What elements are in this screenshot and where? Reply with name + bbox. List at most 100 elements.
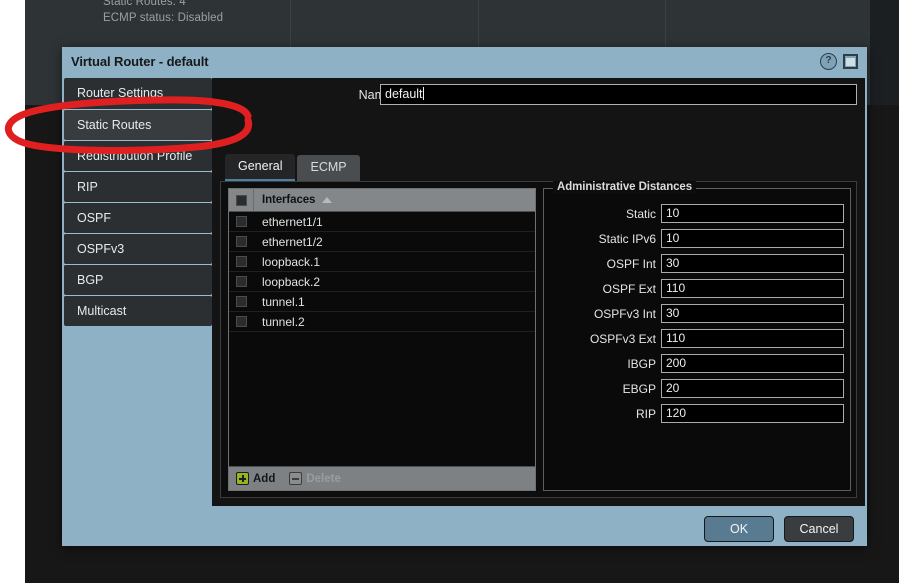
static-distance-input[interactable]: 10 (661, 204, 844, 223)
dialog-title: Virtual Router - default (71, 54, 209, 69)
name-input-value: default (385, 87, 423, 101)
interface-name: tunnel.1 (262, 294, 305, 309)
interface-name: tunnel.2 (262, 314, 305, 329)
field-row-static-ipv6: Static IPv6 10 (544, 226, 850, 251)
sidebar-item-label: Router Settings (77, 86, 164, 100)
field-row-ospf-ext: OSPF Ext 110 (544, 276, 850, 301)
row-checkbox[interactable] (236, 236, 247, 247)
field-label: Static IPv6 (598, 231, 656, 246)
field-label: OSPFv3 Ext (589, 331, 656, 346)
select-all-checkbox[interactable] (235, 194, 247, 206)
general-tab-panel: Interfaces ethernet1/1 ethernet1/2 loopb… (220, 181, 857, 498)
interfaces-grid-rows: ethernet1/1 ethernet1/2 loopback.1 loopb… (229, 212, 535, 466)
sidebar-item-label: OSPFv3 (77, 242, 125, 256)
sidebar-item-multicast[interactable]: Multicast (64, 295, 212, 326)
table-row[interactable]: ethernet1/1 (229, 212, 535, 232)
delete-button: Delete (289, 472, 341, 485)
static-ipv6-distance-input[interactable]: 10 (661, 229, 844, 248)
row-checkbox-cell[interactable] (229, 296, 254, 307)
interface-name: ethernet1/1 (262, 214, 323, 229)
interfaces-grid-toolbar: Add Delete (229, 466, 535, 490)
background-right-panel (870, 0, 899, 105)
screenshot-root: Static Routes: 4 ECMP status: Disabled V… (0, 0, 899, 583)
row-checkbox-cell[interactable] (229, 316, 254, 327)
name-row: Name default (212, 83, 865, 110)
ospfv3-int-distance-input[interactable]: 30 (661, 304, 844, 323)
tab-general[interactable]: General (225, 154, 296, 181)
sidebar-item-ospfv3[interactable]: OSPFv3 (64, 233, 212, 264)
ebgp-distance-input[interactable]: 20 (661, 379, 844, 398)
interfaces-grid-header: Interfaces (229, 189, 535, 212)
background-text-static-routes: Static Routes: 4 (103, 0, 186, 8)
field-label: Static (625, 206, 656, 221)
field-row-ospfv3-ext: OSPFv3 Ext 110 (544, 326, 850, 351)
row-checkbox-cell[interactable] (229, 216, 254, 227)
add-button[interactable]: Add (236, 472, 275, 485)
ibgp-distance-input[interactable]: 200 (661, 354, 844, 373)
row-checkbox[interactable] (236, 216, 247, 227)
minus-icon (289, 472, 303, 485)
delete-button-label: Delete (306, 472, 341, 485)
cancel-button-label: Cancel (799, 522, 839, 536)
field-row-ospfv3-int: OSPFv3 Int 30 (544, 301, 850, 326)
sidebar-item-label: RIP (77, 180, 98, 194)
row-checkbox-cell[interactable] (229, 236, 254, 247)
name-input[interactable]: default (380, 84, 857, 105)
row-checkbox[interactable] (236, 296, 247, 307)
field-row-ebgp: EBGP 20 (544, 376, 850, 401)
ospfv3-ext-distance-input[interactable]: 110 (661, 329, 844, 348)
administrative-distances-fields: Static 10 Static IPv6 10 OSPF Int 30 OSP… (544, 201, 850, 426)
sidebar-item-router-settings[interactable]: Router Settings (64, 78, 212, 109)
interfaces-column-header[interactable]: Interfaces (254, 194, 315, 206)
ospf-ext-distance-input[interactable]: 110 (661, 279, 844, 298)
sidebar-item-label: OSPF (77, 211, 112, 225)
sidebar-item-label: Redistribution Profile (77, 149, 193, 163)
table-row[interactable]: tunnel.1 (229, 292, 535, 312)
ok-button[interactable]: OK (704, 516, 774, 542)
sidebar-item-label: Multicast (77, 304, 127, 318)
background-text-ecmp-status: ECMP status: Disabled (103, 12, 224, 24)
interface-name: loopback.1 (262, 254, 321, 269)
table-row[interactable]: tunnel.2 (229, 312, 535, 332)
tabbar: General ECMP (225, 154, 362, 181)
table-row[interactable]: loopback.2 (229, 272, 535, 292)
interface-name: ethernet1/2 (262, 234, 323, 249)
row-checkbox[interactable] (236, 276, 247, 287)
table-row[interactable]: loopback.1 (229, 252, 535, 272)
dialog-sidebar: Router Settings Static Routes Redistribu… (64, 78, 212, 506)
help-icon[interactable]: ? (820, 53, 837, 70)
sidebar-item-ospf[interactable]: OSPF (64, 202, 212, 233)
administrative-distances-legend: Administrative Distances (553, 181, 697, 193)
field-row-ibgp: IBGP 200 (544, 351, 850, 376)
select-all-checkbox-cell[interactable] (229, 189, 254, 211)
ospf-int-distance-input[interactable]: 30 (661, 254, 844, 273)
sidebar-item-redistribution-profile[interactable]: Redistribution Profile (64, 140, 212, 171)
field-label: OSPF Int (606, 256, 656, 271)
sidebar-item-bgp[interactable]: BGP (64, 264, 212, 295)
add-button-label: Add (253, 472, 276, 485)
row-checkbox-cell[interactable] (229, 256, 254, 267)
plus-icon (236, 472, 249, 485)
cancel-button[interactable]: Cancel (784, 516, 854, 542)
row-checkbox[interactable] (236, 316, 247, 327)
sidebar-item-rip[interactable]: RIP (64, 171, 212, 202)
field-row-rip: RIP 120 (544, 401, 850, 426)
dialog-window-buttons: ? (820, 53, 858, 70)
sort-ascending-icon[interactable] (322, 197, 333, 203)
field-label: RIP (635, 406, 656, 421)
tab-ecmp[interactable]: ECMP (297, 155, 360, 181)
interfaces-grid: Interfaces ethernet1/1 ethernet1/2 loopb… (228, 188, 536, 491)
maximize-icon[interactable] (843, 54, 858, 69)
interface-name: loopback.2 (262, 274, 321, 289)
field-label: EBGP (622, 381, 656, 396)
dialog-content: Name default General ECMP Interfaces eth… (212, 78, 865, 506)
tab-label: ECMP (310, 160, 347, 174)
rip-distance-input[interactable]: 120 (661, 404, 844, 423)
sidebar-item-static-routes[interactable]: Static Routes (64, 109, 212, 140)
row-checkbox[interactable] (236, 256, 247, 267)
field-row-ospf-int: OSPF Int 30 (544, 251, 850, 276)
dialog-body: Router Settings Static Routes Redistribu… (62, 78, 867, 506)
row-checkbox-cell[interactable] (229, 276, 254, 287)
sidebar-item-label: BGP (77, 273, 104, 287)
table-row[interactable]: ethernet1/2 (229, 232, 535, 252)
